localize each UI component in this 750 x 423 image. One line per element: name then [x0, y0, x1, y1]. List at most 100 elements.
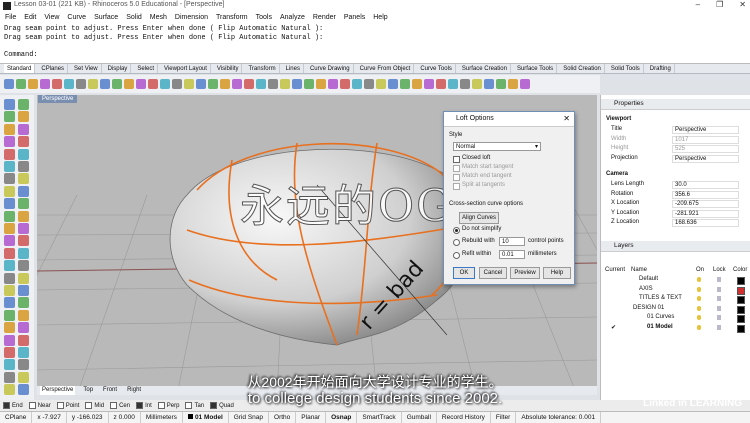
tool-icon[interactable] [4, 260, 15, 272]
toolbar-icon[interactable] [508, 79, 518, 89]
match-end-checkbox[interactable] [453, 174, 460, 181]
command-history[interactable]: Drag seam point to adjust. Press Enter w… [0, 23, 750, 64]
menu-dimension[interactable]: Dimension [175, 14, 208, 21]
rebuild-count-input[interactable]: 10 [499, 237, 525, 246]
layer-color-swatch[interactable] [737, 315, 745, 323]
layer-row[interactable]: 01 Curves [603, 314, 749, 323]
layer-row[interactable]: TITLES & TEXT [603, 295, 749, 304]
tool-icon[interactable] [4, 223, 15, 234]
layer-color-swatch[interactable] [737, 286, 745, 295]
toolbar-icon[interactable] [472, 79, 482, 89]
toolbar-icon[interactable] [196, 79, 206, 89]
toolbar-icon[interactable] [484, 79, 494, 89]
toolbar-icon[interactable] [340, 79, 350, 89]
toolbar-icon[interactable] [76, 79, 86, 89]
tool-icon[interactable] [18, 247, 29, 259]
toolbar-icon[interactable] [148, 79, 158, 89]
tab-drafting[interactable]: Drafting [647, 64, 675, 73]
toolbar-icon[interactable] [436, 79, 446, 89]
tool-icon[interactable] [18, 173, 29, 185]
tool-icon[interactable] [18, 334, 29, 346]
tool-icon[interactable] [18, 198, 29, 210]
layer-row[interactable]: AXIS [603, 286, 749, 295]
tool-icon[interactable] [18, 297, 29, 309]
tool-icon[interactable] [4, 247, 15, 259]
property-value[interactable]: 168.636 [672, 219, 739, 227]
property-value[interactable]: 525 [672, 145, 739, 153]
style-select[interactable]: Normal ▾ [453, 142, 541, 151]
status-smarttrack[interactable]: SmartTrack [357, 412, 402, 423]
tool-icon[interactable] [18, 148, 29, 160]
toolbar-icon[interactable] [64, 79, 74, 89]
property-value[interactable]: 356.6 [672, 190, 739, 199]
tool-icon[interactable] [18, 185, 29, 197]
tool-icon[interactable] [4, 334, 15, 346]
menu-panels[interactable]: Panels [344, 14, 365, 21]
toolbar-icon[interactable] [88, 79, 98, 89]
refit-within-radio[interactable] [453, 252, 460, 259]
toolbar-icon[interactable] [412, 79, 422, 89]
match-start-checkbox[interactable] [453, 165, 460, 172]
menu-file[interactable]: File [5, 14, 16, 21]
layer-color-swatch[interactable] [737, 296, 745, 304]
layer-lock-icon[interactable] [717, 277, 721, 282]
toolbar-icon[interactable] [160, 79, 170, 89]
tab-viewport-layout[interactable]: Viewport Layout [161, 64, 211, 73]
toolbar-icon[interactable] [376, 79, 386, 89]
tool-icon[interactable] [18, 359, 29, 371]
tool-icon[interactable] [18, 309, 29, 321]
menu-mesh[interactable]: Mesh [150, 14, 167, 21]
menu-help[interactable]: Help [373, 14, 387, 21]
dialog-close-icon[interactable]: ✕ [563, 114, 570, 123]
toolbar-icon[interactable] [460, 79, 470, 89]
status-layer[interactable]: 01 Model [183, 412, 229, 423]
toolbar-icon[interactable] [232, 79, 242, 89]
split-tangents-checkbox[interactable] [453, 183, 460, 190]
tool-icon[interactable] [18, 161, 29, 172]
toolbar-icon[interactable] [208, 79, 218, 89]
layer-on-bulb-icon[interactable] [697, 315, 701, 320]
menu-view[interactable]: View [44, 14, 59, 21]
refit-tolerance-input[interactable]: 0.01 [499, 250, 525, 259]
layer-on-bulb-icon[interactable] [697, 277, 701, 282]
tab-set-view[interactable]: Set View [71, 64, 102, 73]
toolbar-icon[interactable] [172, 79, 182, 89]
toolbar-icon[interactable] [280, 79, 290, 89]
tool-icon[interactable] [4, 235, 15, 247]
tool-icon[interactable] [4, 185, 15, 197]
tool-icon[interactable] [4, 309, 15, 321]
tool-icon[interactable] [18, 235, 29, 247]
tool-icon[interactable] [4, 359, 15, 371]
status-units[interactable]: Millimeters [141, 412, 183, 423]
tool-icon[interactable] [18, 260, 29, 272]
toolbar-icon[interactable] [388, 79, 398, 89]
layer-color-swatch[interactable] [737, 324, 745, 333]
toolbar-icon[interactable] [304, 79, 314, 89]
tab-lines[interactable]: Lines [283, 64, 304, 73]
minimize-icon[interactable]: – [696, 0, 700, 9]
tool-icon[interactable] [18, 322, 29, 334]
layer-row[interactable]: Default [603, 276, 749, 285]
layer-lock-icon[interactable] [717, 305, 721, 311]
layers-panel-header[interactable]: Layers [601, 241, 750, 252]
property-value[interactable]: -281.921 [672, 209, 739, 218]
toolbar-icon[interactable] [28, 79, 38, 89]
property-value[interactable]: 1017 [672, 135, 739, 144]
rebuild-with-radio[interactable] [453, 239, 460, 246]
tool-icon[interactable] [18, 272, 29, 284]
menu-surface[interactable]: Surface [94, 14, 118, 21]
menu-curve[interactable]: Curve [67, 14, 86, 21]
tab-cplanes[interactable]: CPlanes [38, 64, 69, 73]
tool-icon[interactable] [4, 136, 15, 148]
property-value[interactable]: 30.0 [672, 181, 739, 189]
properties-panel-header[interactable]: Properties [601, 99, 750, 110]
layer-color-swatch[interactable] [737, 277, 745, 285]
toolbar-icon[interactable] [448, 79, 458, 89]
toolbar-icon[interactable] [244, 79, 254, 89]
toolbar-icon[interactable] [400, 79, 410, 89]
status-filter[interactable]: Filter [491, 412, 517, 423]
toolbar-icon[interactable] [292, 79, 302, 89]
tab-display[interactable]: Display [105, 64, 132, 73]
tool-icon[interactable] [4, 148, 15, 160]
toolbar-icon[interactable] [100, 79, 110, 89]
